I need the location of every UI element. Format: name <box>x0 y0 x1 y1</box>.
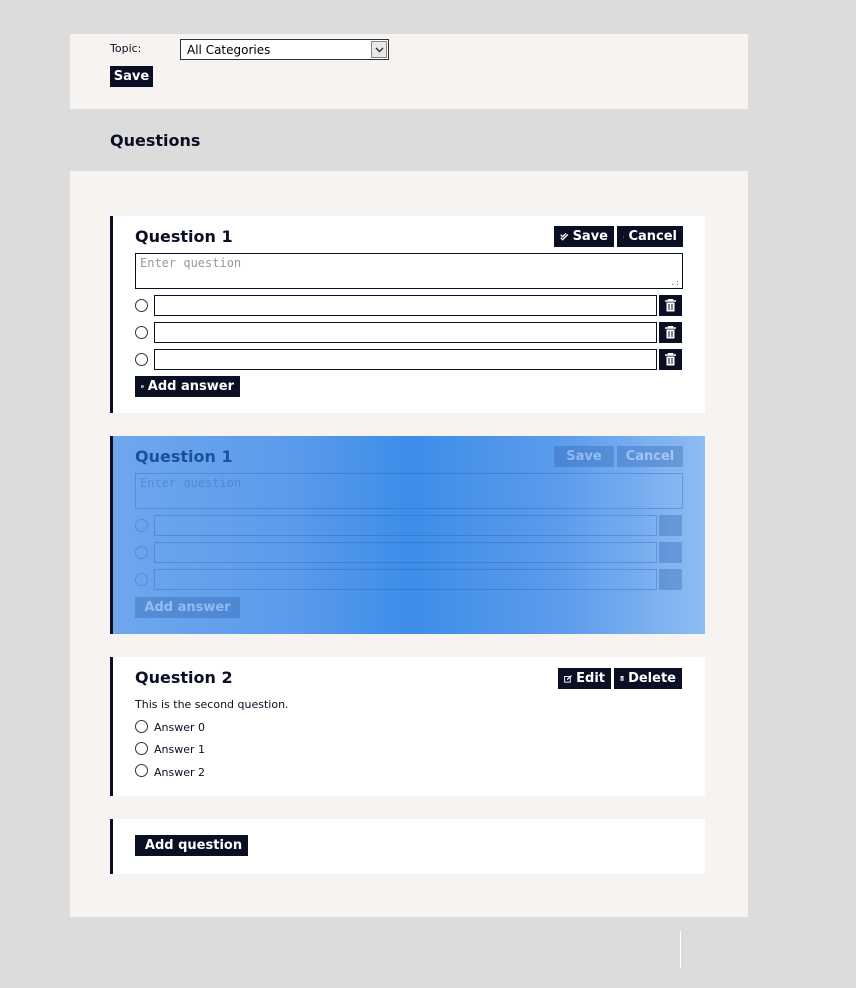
ghost-radio-1 <box>135 546 148 559</box>
add-question-button[interactable]: Add question <box>135 835 248 856</box>
trash-icon <box>620 675 625 681</box>
plus-circle-icon <box>141 385 144 388</box>
ghost-radio-2 <box>135 573 148 586</box>
ghost-answer-2 <box>154 569 657 590</box>
delete-answer-button-0[interactable] <box>659 295 682 316</box>
add-answer-label: Add answer <box>147 379 234 394</box>
answer-label-1: Answer 1 <box>154 743 206 756</box>
delete-question-button[interactable]: Delete <box>614 668 682 689</box>
answer-radio-1[interactable] <box>135 326 148 339</box>
cancel-label: Cancel <box>628 229 677 244</box>
ghost-save-label: Save <box>566 449 602 464</box>
question-textarea[interactable]: Enter question .: <box>135 253 683 289</box>
question-placeholder: Enter question <box>140 256 242 270</box>
question-title: Question 1 <box>135 227 233 246</box>
save-question-button[interactable]: Save <box>554 226 614 247</box>
questions-heading: Questions <box>110 131 201 150</box>
cancel-button[interactable]: Cancel <box>617 226 683 247</box>
trash-icon <box>665 353 676 366</box>
question-title: Question 2 <box>135 668 233 687</box>
dragging-question-ghost[interactable]: Question 1 Save Cancel Enter question Ad… <box>110 436 705 634</box>
trash-icon <box>665 326 676 339</box>
add-question-label: Add question <box>144 838 243 853</box>
answer-input-2[interactable] <box>154 349 657 370</box>
edit-question-button[interactable]: Edit <box>558 668 611 689</box>
ghost-add-answer-label: Add answer <box>144 600 231 615</box>
delete-answer-button-2[interactable] <box>659 349 682 370</box>
x-icon <box>623 235 625 238</box>
save-question-label: Save <box>572 229 608 244</box>
add-question-card: Add question <box>110 819 705 874</box>
add-answer-button[interactable]: Add answer <box>135 376 240 397</box>
delete-label: Delete <box>628 671 676 686</box>
divider <box>680 931 681 968</box>
question-text: This is the second question. <box>135 698 289 711</box>
double-check-icon <box>560 232 569 241</box>
trash-icon <box>659 542 682 563</box>
save-topic-label: Save <box>113 69 150 84</box>
delete-answer-button-1[interactable] <box>659 322 682 343</box>
topic-select-value: All Categories <box>187 43 271 57</box>
resize-grip-icon[interactable]: .: <box>670 279 680 287</box>
ghost-question-placeholder: Enter question <box>140 476 242 490</box>
ghost-add-answer-button: Add answer <box>135 597 240 618</box>
ghost-answer-0 <box>154 515 657 536</box>
answer-radio-1[interactable] <box>135 742 148 755</box>
answer-label-2: Answer 2 <box>154 766 206 779</box>
ghost-answer-1 <box>154 542 657 563</box>
trash-icon <box>659 515 682 536</box>
ghost-cancel-label: Cancel <box>625 449 675 464</box>
ghost-content: Save Cancel Enter question Add answer <box>113 436 705 634</box>
trash-icon <box>665 299 676 312</box>
ghost-radio-0 <box>135 519 148 532</box>
answer-label-0: Answer 0 <box>154 721 206 734</box>
topic-label: Topic: <box>110 42 142 55</box>
ghost-cancel-button: Cancel <box>617 446 683 467</box>
chevron-down-icon[interactable] <box>371 41 387 58</box>
answer-radio-2[interactable] <box>135 764 148 777</box>
answer-radio-0[interactable] <box>135 720 148 733</box>
topic-select[interactable]: All Categories <box>180 39 389 60</box>
topic-panel: Topic: All Categories Save <box>70 34 748 109</box>
ghost-question-textarea: Enter question <box>135 473 683 509</box>
save-topic-button[interactable]: Save <box>110 66 153 87</box>
ghost-save-button: Save <box>554 446 614 467</box>
answer-radio-2[interactable] <box>135 353 148 366</box>
question-editor-card: Question 1 Save Cancel Enter question .:… <box>110 216 705 413</box>
edit-icon <box>564 674 572 683</box>
answer-input-0[interactable] <box>154 295 657 316</box>
edit-label: Edit <box>576 671 605 686</box>
answer-radio-0[interactable] <box>135 299 148 312</box>
question-card: Question 2 Edit Delete This is the secon… <box>110 657 705 796</box>
answer-input-1[interactable] <box>154 322 657 343</box>
trash-icon <box>659 569 682 590</box>
